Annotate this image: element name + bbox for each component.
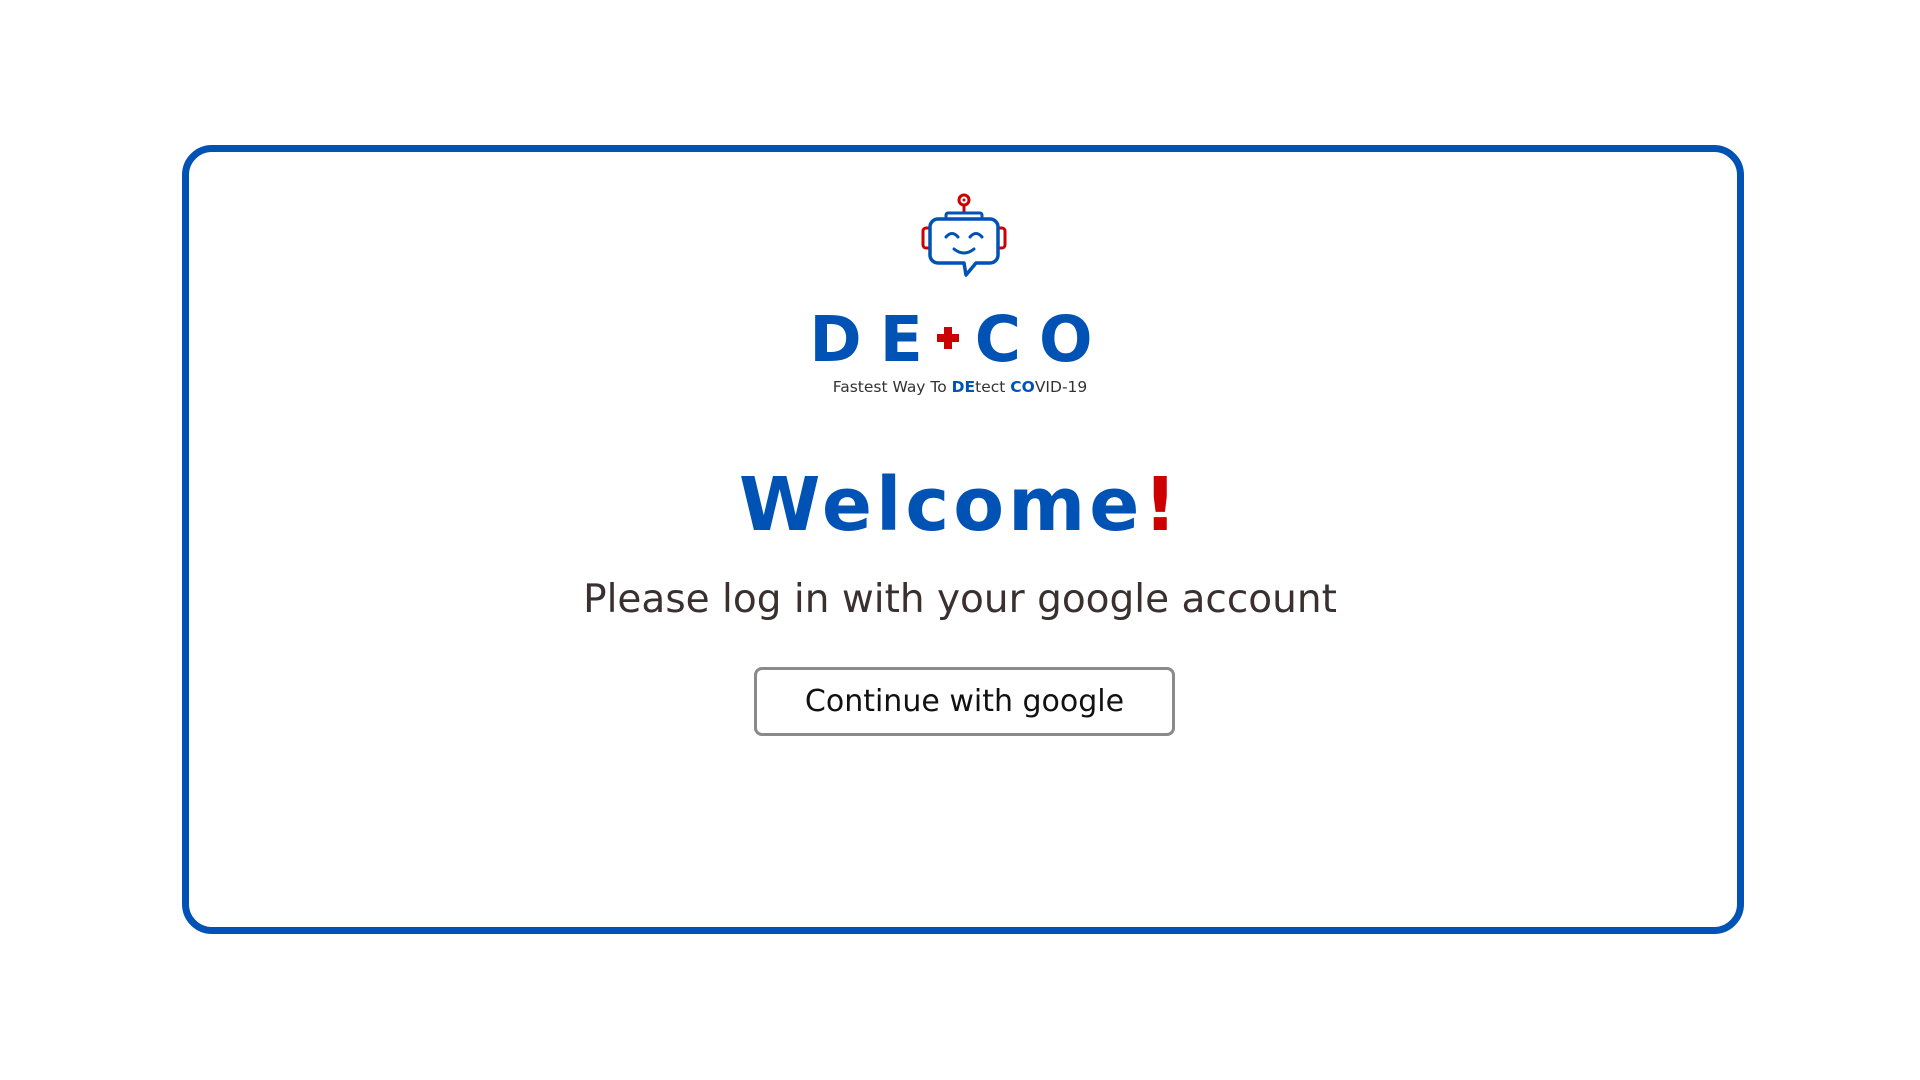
tagline-highlight-1: DE [951,378,976,396]
robot-chat-icon [921,193,1007,277]
tagline-text-3: VID-19 [1034,378,1088,396]
brand-name-left: DE [809,303,941,376]
medical-cross-icon [936,326,959,349]
login-instruction: Please log in with your google account [583,577,1337,622]
login-page: DE CO Fastest Way To DEtect COVID-19 Welc… [0,0,1920,1080]
brand-tagline: Fastest Way To DEtect COVID-19 [760,378,1160,396]
brand-logo-text: DE CO [760,305,1160,375]
tagline-text-2: tect [975,378,1011,396]
welcome-text: Welcome [738,462,1144,548]
continue-with-google-button[interactable]: Continue with google [754,667,1175,736]
tagline-text-1: Fastest Way To [832,378,952,396]
welcome-heading: Welcome! [560,460,1360,550]
tagline-highlight-2: CO [1010,378,1035,396]
welcome-exclamation: ! [1143,462,1182,548]
brand-name-right: CO [974,303,1111,376]
